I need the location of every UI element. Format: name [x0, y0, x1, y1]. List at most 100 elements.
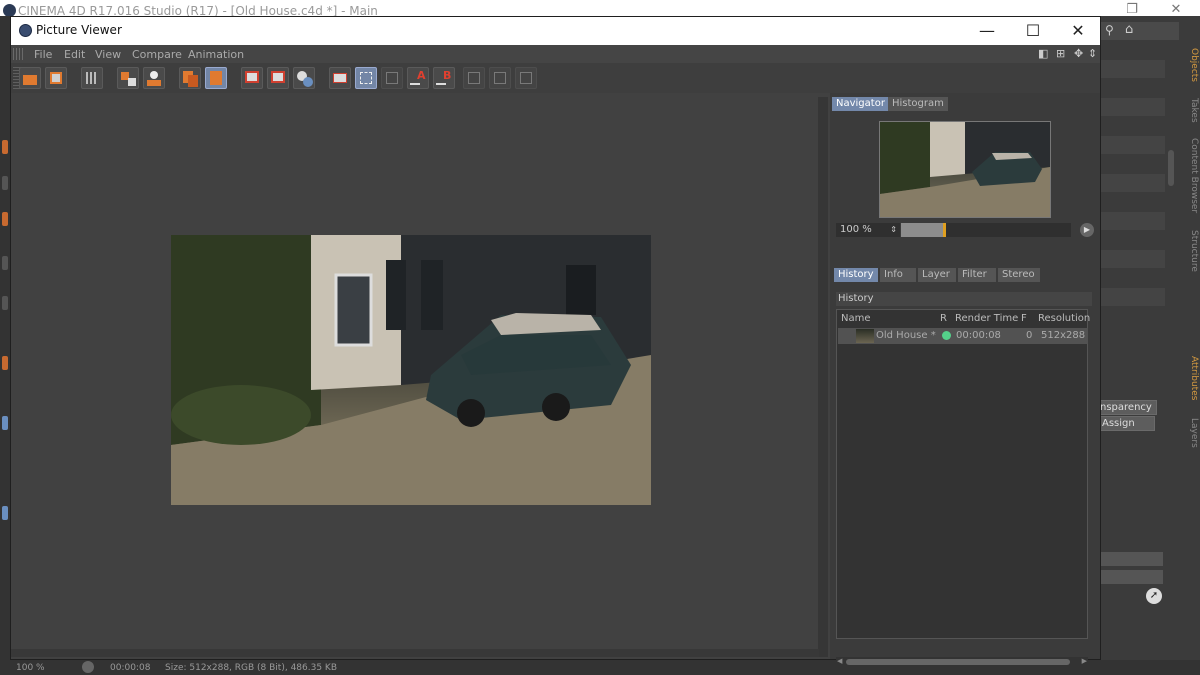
object-row[interactable]: [1101, 174, 1165, 192]
side-tab-structure[interactable]: Structure: [1181, 230, 1199, 272]
zoom-field[interactable]: 100 % ⇕: [836, 223, 900, 237]
maximize-button[interactable]: ☐: [1011, 19, 1055, 43]
object-row[interactable]: [1101, 60, 1165, 78]
filter-icon[interactable]: [463, 67, 485, 89]
menu-compare[interactable]: Compare: [132, 48, 182, 61]
snapshot-a-icon[interactable]: [241, 67, 263, 89]
side-tab-layers[interactable]: Layers: [1181, 418, 1199, 448]
tab-navigator[interactable]: Navigator: [832, 97, 889, 111]
history-horizontal-scrollbar[interactable]: ◀ ▶: [836, 657, 1088, 667]
menu-edit[interactable]: Edit: [64, 48, 85, 61]
object-row[interactable]: [1101, 98, 1165, 116]
left-tool-icon[interactable]: [2, 356, 8, 370]
row-frame: 0: [1026, 330, 1033, 341]
zoom-slider[interactable]: [901, 223, 1071, 237]
status-play-icon[interactable]: [82, 661, 94, 673]
left-tool-icon[interactable]: [2, 506, 8, 520]
menu-bar: File Edit View Compare Animation: [11, 45, 1100, 63]
side-tab-attributes[interactable]: Attributes: [1181, 356, 1199, 400]
render-user-icon[interactable]: [143, 67, 165, 89]
left-tool-icon[interactable]: [2, 212, 8, 226]
snapshot-b-icon[interactable]: [267, 67, 289, 89]
copy-icon[interactable]: [179, 67, 201, 89]
set-a-icon[interactable]: A: [407, 67, 429, 89]
tab-info[interactable]: Info: [880, 268, 916, 282]
row-render-time: 00:00:08: [956, 330, 1001, 341]
pick-icon[interactable]: ➚: [1146, 588, 1162, 604]
side-tab-content-browser[interactable]: Content Browser: [1181, 138, 1199, 213]
move-icon[interactable]: ✥: [1074, 47, 1083, 60]
object-row[interactable]: [1101, 136, 1165, 154]
scroll-right-icon[interactable]: ▶: [1082, 657, 1087, 665]
layout-icon[interactable]: ◧: [1038, 47, 1048, 60]
menu-grip-icon: [13, 48, 25, 60]
tab-layer[interactable]: Layer: [918, 268, 956, 282]
menu-view[interactable]: View: [95, 48, 121, 61]
object-row[interactable]: [1101, 250, 1165, 268]
zoom-slider-fill: [901, 223, 944, 237]
main-restore-icon[interactable]: ❐: [1112, 2, 1152, 17]
zoom-stepper-icon[interactable]: ⇕: [890, 223, 897, 237]
tab-histogram[interactable]: Histogram: [888, 97, 948, 111]
render-settings-icon[interactable]: [117, 67, 139, 89]
status-info: Size: 512x288, RGB (8 Bit), 486.35 KB: [165, 663, 337, 673]
menu-animation[interactable]: Animation: [188, 48, 244, 61]
row-resolution: 512x288: [1041, 330, 1086, 341]
arrows-icon[interactable]: ⇕: [1088, 47, 1097, 60]
render-canvas[interactable]: [11, 93, 831, 659]
object-row[interactable]: [1101, 212, 1165, 230]
left-tool-icon[interactable]: [2, 256, 8, 270]
close-button[interactable]: ✕: [1056, 19, 1100, 43]
compare-split-icon[interactable]: [355, 67, 377, 89]
compare-swap-icon[interactable]: [381, 67, 403, 89]
left-tool-icon[interactable]: [2, 176, 8, 190]
column-resolution[interactable]: Resolution: [1038, 313, 1090, 324]
menu-file[interactable]: File: [34, 48, 52, 61]
navigator-thumbnail[interactable]: [879, 121, 1051, 218]
main-close-icon[interactable]: ✕: [1156, 2, 1196, 17]
zoom-slider-handle[interactable]: [942, 223, 946, 237]
filter-icon[interactable]: [515, 67, 537, 89]
search-icon[interactable]: ⚲: [1105, 23, 1114, 37]
new-panel-icon[interactable]: ⊞: [1056, 47, 1065, 60]
rendered-image: [171, 235, 651, 505]
left-tool-icon[interactable]: [2, 296, 8, 310]
layers-icon[interactable]: [293, 67, 315, 89]
set-b-icon[interactable]: B: [433, 67, 455, 89]
compare-ab-icon[interactable]: [329, 67, 351, 89]
save-icon[interactable]: [45, 67, 67, 89]
transparency-button[interactable]: nsparency: [1095, 400, 1157, 415]
side-tab-takes[interactable]: Takes: [1181, 98, 1199, 123]
filter-icon[interactable]: [489, 67, 511, 89]
side-tab-objects[interactable]: Objects: [1181, 48, 1199, 82]
status-time: 00:00:08: [110, 663, 151, 673]
column-r[interactable]: R: [940, 313, 947, 324]
grid-icon[interactable]: [81, 67, 103, 89]
scroll-left-icon[interactable]: ◀: [837, 657, 842, 665]
column-f[interactable]: F: [1021, 313, 1027, 324]
left-tool-icon[interactable]: [2, 416, 8, 430]
status-zoom: 100 %: [16, 663, 45, 673]
attribute-field[interactable]: [1101, 552, 1163, 566]
minimize-button[interactable]: —: [965, 19, 1009, 43]
left-tool-icon[interactable]: [2, 140, 8, 154]
paste-icon[interactable]: [205, 67, 227, 89]
tab-filter[interactable]: Filter: [958, 268, 996, 282]
tab-stereo[interactable]: Stereo: [998, 268, 1040, 282]
scrollbar-thumb[interactable]: [846, 659, 1070, 665]
home-icon[interactable]: ⌂: [1125, 22, 1133, 37]
assign-button[interactable]: Assign: [1097, 416, 1155, 431]
object-scrollbar[interactable]: [1168, 150, 1174, 186]
table-row[interactable]: Old House * 00:00:08 0 512x288: [838, 328, 1088, 344]
canvas-vertical-scrollbar[interactable]: [818, 97, 828, 657]
tab-history[interactable]: History: [834, 268, 878, 282]
zoom-play-icon[interactable]: ▶: [1080, 223, 1094, 237]
open-icon[interactable]: [19, 67, 41, 89]
object-row[interactable]: [1101, 288, 1165, 306]
column-render-time[interactable]: Render Time: [955, 313, 1018, 324]
canvas-horizontal-scrollbar[interactable]: [11, 649, 819, 657]
attribute-field[interactable]: [1101, 570, 1163, 584]
column-name[interactable]: Name: [841, 313, 871, 324]
main-left-toolbar: [0, 16, 10, 675]
zoom-value: 100 %: [840, 224, 872, 235]
